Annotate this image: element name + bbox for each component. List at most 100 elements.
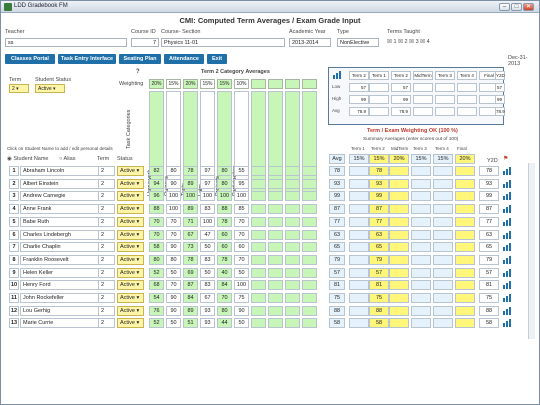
category-score[interactable] bbox=[268, 229, 283, 240]
category-score[interactable]: 50 bbox=[234, 318, 249, 329]
term-score[interactable] bbox=[389, 305, 409, 316]
term-score[interactable]: 87 bbox=[369, 204, 389, 215]
category-score[interactable] bbox=[268, 318, 283, 329]
term-score[interactable] bbox=[411, 242, 431, 253]
student-term[interactable]: 2 bbox=[98, 293, 115, 303]
term-score[interactable] bbox=[433, 305, 453, 316]
term-score[interactable] bbox=[389, 204, 409, 215]
weight-cell[interactable]: 20% bbox=[149, 79, 164, 89]
category-score[interactable]: 70 bbox=[234, 229, 249, 240]
category-score[interactable] bbox=[268, 242, 283, 253]
category-score[interactable]: 60 bbox=[234, 242, 249, 253]
course-id-field[interactable]: 7 bbox=[131, 38, 159, 47]
term-score[interactable] bbox=[433, 204, 453, 215]
term-score[interactable] bbox=[389, 216, 409, 227]
category-score[interactable] bbox=[285, 229, 300, 240]
bar-chart-icon[interactable] bbox=[503, 217, 511, 226]
category-score[interactable]: 100 bbox=[200, 216, 215, 227]
term-score[interactable] bbox=[349, 254, 369, 265]
category-score[interactable]: 100 bbox=[234, 191, 249, 202]
category-score[interactable]: 83 bbox=[200, 254, 215, 265]
category-score[interactable]: 47 bbox=[200, 229, 215, 240]
category-score[interactable]: 84 bbox=[183, 293, 198, 303]
maximize-button[interactable]: □ bbox=[511, 3, 522, 11]
term-score[interactable] bbox=[411, 216, 431, 227]
category-score[interactable] bbox=[268, 178, 283, 189]
term-score[interactable] bbox=[455, 305, 475, 316]
category-score[interactable]: 80 bbox=[166, 254, 181, 265]
term-score[interactable] bbox=[455, 191, 475, 202]
category-score[interactable] bbox=[302, 267, 317, 278]
weight-cell[interactable]: 15% bbox=[200, 79, 215, 89]
weight-cell[interactable]: 15% bbox=[166, 79, 181, 89]
exit-button[interactable]: Exit bbox=[207, 54, 227, 64]
weighting-value[interactable]: 20% bbox=[455, 154, 475, 164]
weighting-value[interactable]: 15% bbox=[411, 154, 431, 164]
term-score[interactable] bbox=[349, 191, 369, 202]
student-name[interactable]: Andrew Carnegie bbox=[20, 191, 99, 202]
term-score[interactable]: 57 bbox=[369, 267, 389, 278]
student-name[interactable]: Anne Frank bbox=[20, 204, 99, 215]
student-name[interactable]: Charles Lindebergh bbox=[20, 229, 99, 240]
category-score[interactable]: 100 bbox=[166, 191, 181, 202]
bar-chart-icon[interactable] bbox=[503, 192, 511, 201]
category-score[interactable] bbox=[285, 280, 300, 291]
category-score[interactable]: 93 bbox=[200, 305, 215, 316]
category-score[interactable]: 100 bbox=[166, 204, 181, 215]
student-term[interactable]: 2 bbox=[98, 267, 115, 278]
avg-button[interactable]: Avg bbox=[329, 154, 345, 164]
category-score[interactable]: 88 bbox=[217, 204, 232, 215]
term-score[interactable] bbox=[349, 318, 369, 329]
category-score[interactable]: 52 bbox=[149, 267, 164, 278]
term-score[interactable] bbox=[349, 229, 369, 240]
term-score[interactable]: 63 bbox=[369, 229, 389, 240]
term-score[interactable]: 78 bbox=[369, 166, 389, 176]
category-score[interactable] bbox=[302, 191, 317, 202]
flag-icon[interactable]: ⚑ bbox=[503, 155, 508, 162]
term-score[interactable] bbox=[455, 216, 475, 227]
term-score[interactable] bbox=[389, 267, 409, 278]
attendance-button[interactable]: Attendance bbox=[164, 54, 204, 64]
category-score[interactable] bbox=[251, 293, 266, 303]
seating-plan-button[interactable]: Seating Plan bbox=[119, 54, 161, 64]
term-score[interactable] bbox=[433, 267, 453, 278]
category-score[interactable]: 78 bbox=[217, 254, 232, 265]
student-term[interactable]: 2 bbox=[98, 254, 115, 265]
category-score[interactable]: 68 bbox=[149, 280, 164, 291]
term-score[interactable] bbox=[455, 229, 475, 240]
student-term[interactable]: 2 bbox=[98, 318, 115, 329]
weighting-value[interactable]: 15% bbox=[369, 154, 389, 164]
term-score[interactable] bbox=[411, 204, 431, 215]
category-score[interactable]: 50 bbox=[200, 267, 215, 278]
student-name[interactable]: Marie Currie bbox=[20, 318, 99, 329]
weight-cell[interactable] bbox=[268, 79, 283, 89]
term-score[interactable]: 79 bbox=[369, 254, 389, 265]
category-score[interactable]: 55 bbox=[234, 166, 249, 176]
bar-chart-icon[interactable] bbox=[503, 255, 511, 264]
category-score[interactable]: 40 bbox=[217, 267, 232, 278]
weight-cell[interactable]: 10% bbox=[234, 79, 249, 89]
category-score[interactable]: 90 bbox=[166, 305, 181, 316]
category-score[interactable]: 67 bbox=[200, 293, 215, 303]
category-score[interactable]: 70 bbox=[234, 216, 249, 227]
category-score[interactable]: 73 bbox=[183, 242, 198, 253]
category-score[interactable] bbox=[302, 229, 317, 240]
student-term[interactable]: 2 bbox=[98, 178, 115, 189]
category-score[interactable]: 50 bbox=[166, 318, 181, 329]
bar-chart-icon[interactable] bbox=[503, 230, 511, 239]
term-score[interactable]: 81 bbox=[369, 280, 389, 291]
category-score[interactable]: 87 bbox=[183, 280, 198, 291]
category-score[interactable] bbox=[268, 204, 283, 215]
weight-cell[interactable] bbox=[251, 79, 266, 89]
term-score[interactable] bbox=[411, 254, 431, 265]
weight-cell[interactable] bbox=[302, 79, 317, 89]
bar-chart-icon[interactable] bbox=[503, 294, 511, 302]
category-score[interactable] bbox=[251, 318, 266, 329]
term-score[interactable] bbox=[433, 191, 453, 202]
student-status-select[interactable]: Active ▾ bbox=[117, 305, 144, 316]
teacher-field[interactable]: ss bbox=[5, 38, 127, 47]
term-score[interactable] bbox=[389, 254, 409, 265]
help-icon[interactable]: ? bbox=[136, 69, 140, 75]
category-score[interactable]: 80 bbox=[217, 166, 232, 176]
category-score[interactable]: 70 bbox=[234, 254, 249, 265]
